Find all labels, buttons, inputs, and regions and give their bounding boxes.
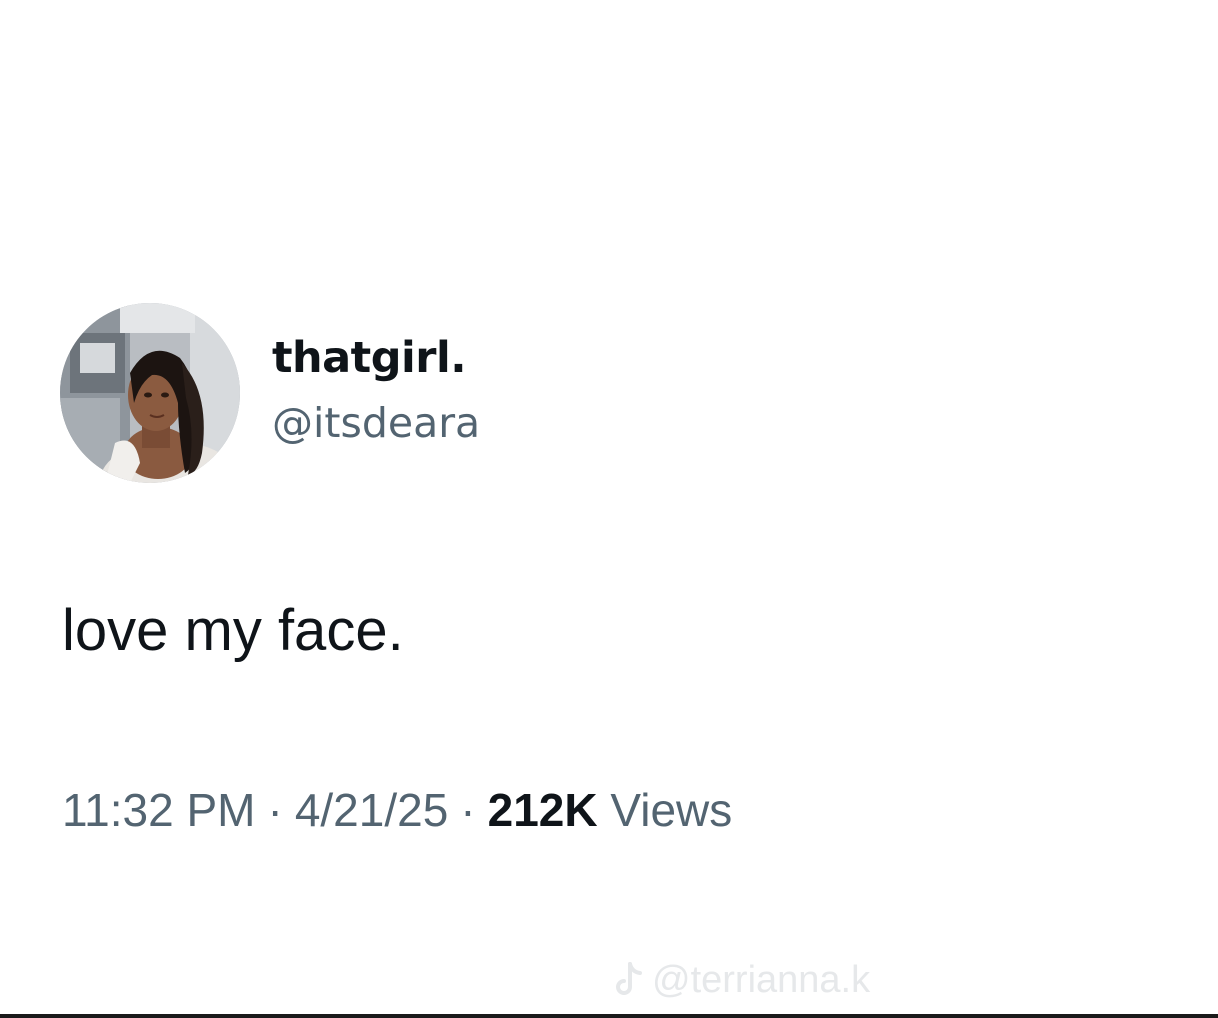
watermark: @terrianna.k — [612, 958, 870, 1002]
avatar-photo-icon — [60, 303, 240, 483]
watermark-text: @terrianna.k — [652, 959, 871, 1001]
views-label: Views — [610, 784, 733, 836]
bottom-divider — [0, 1014, 1218, 1018]
avatar[interactable] — [60, 303, 240, 483]
tweet-text: love my face. — [62, 598, 404, 663]
tweet-card: thatgirl. @itsdeara love my face. 11:32 … — [0, 0, 1218, 1018]
author-names: thatgirl. @itsdeara — [272, 330, 480, 450]
tiktok-icon — [616, 962, 642, 995]
meta-separator: · — [267, 784, 283, 836]
tweet-date[interactable]: 4/21/25 — [295, 784, 448, 836]
tweet-meta: 11:32 PM · 4/21/25 · 212K Views — [62, 782, 732, 838]
user-handle[interactable]: @itsdeara — [272, 396, 480, 450]
tweet-time[interactable]: 11:32 PM — [62, 784, 255, 836]
views-count[interactable]: 212K — [488, 784, 598, 836]
display-name[interactable]: thatgirl. — [272, 330, 480, 386]
tweet-header: thatgirl. @itsdeara — [60, 303, 480, 483]
meta-separator: · — [460, 784, 476, 836]
